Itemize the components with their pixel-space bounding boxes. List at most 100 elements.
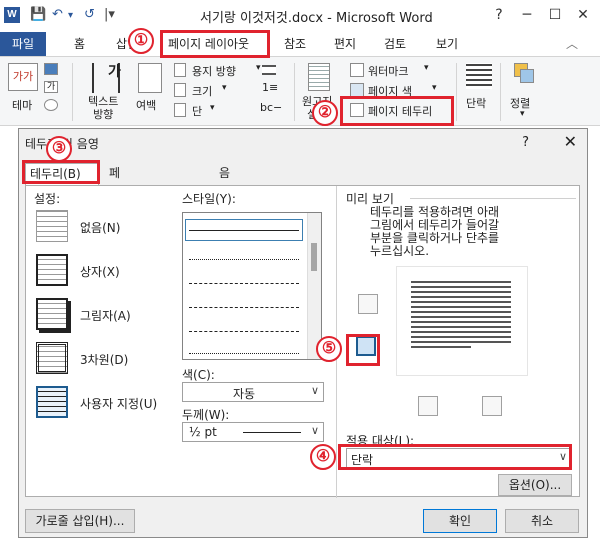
undo-dropdown-icon[interactable]: ▾ — [68, 10, 73, 21]
setting-box[interactable]: 상자(X) — [36, 254, 186, 288]
theme-fonts-icon[interactable]: 가 — [44, 81, 58, 93]
border-right-button[interactable] — [482, 396, 502, 416]
border-left-button[interactable] — [418, 396, 438, 416]
arrange-icon-back — [520, 69, 534, 83]
tab-file[interactable]: 파일 — [0, 32, 46, 56]
setting-3d-icon — [36, 342, 68, 374]
highlight-apply-select — [338, 444, 572, 470]
ribbon-page-layout: 가가 테마 가 가 텍스트 방향 여백 용지 방향 ▾ 크기 ▾ 단 ▾ 1≡ … — [0, 56, 600, 126]
page-color-icon — [350, 83, 364, 97]
style-list[interactable] — [182, 212, 322, 360]
style-dash-dot-dot[interactable] — [189, 353, 299, 354]
width-dropdown-icon: ∨ — [310, 424, 319, 437]
text-direction-button[interactable]: 텍스트 방향 — [88, 95, 118, 121]
arrange-dropdown-icon[interactable]: ▾ — [520, 109, 525, 119]
line-numbers-icon[interactable]: 1≡ — [262, 81, 278, 94]
setting-none[interactable]: 없음(N) — [36, 210, 186, 244]
tab-mailings[interactable]: 편지 — [334, 32, 356, 56]
hyphenation-icon[interactable]: bc− — [260, 101, 282, 114]
columns-button[interactable]: 단 — [192, 103, 202, 119]
title-bar: W 💾 ↶ ▾ ↺ |▾ 서기랑 이것저것.docx - Microsoft W… — [0, 0, 600, 32]
setting-3d[interactable]: 3차원(D) — [36, 342, 186, 376]
watermark-dropdown-icon[interactable]: ▾ — [424, 63, 429, 73]
tab-shading[interactable]: 음영(S) — [215, 163, 240, 220]
breaks-icon[interactable] — [262, 65, 276, 75]
style-dash-dot[interactable] — [189, 331, 299, 332]
orientation-dropdown-icon[interactable]: ▾ — [256, 63, 261, 73]
border-top-button[interactable] — [358, 294, 378, 314]
setting-box-icon — [36, 254, 68, 286]
margins-button[interactable]: 여백 — [136, 97, 156, 113]
color-dropdown-icon: ∨ — [310, 384, 319, 397]
orientation-icon — [174, 63, 186, 77]
tab-review[interactable]: 검토 — [384, 32, 406, 56]
width-value: ½ pt — [189, 425, 217, 439]
preview-area[interactable] — [396, 266, 528, 376]
preview-lines — [411, 281, 511, 351]
width-line-sample — [243, 432, 301, 433]
dialog-close-icon[interactable]: ✕ — [564, 132, 577, 151]
style-label: 스타일(Y): — [182, 192, 236, 206]
tab-references[interactable]: 참조 — [284, 32, 306, 56]
theme-colors-icon[interactable] — [44, 63, 58, 75]
style-scrollbar[interactable] — [307, 213, 321, 359]
highlight-page-layout-tab — [160, 30, 270, 58]
dialog-help-icon[interactable]: ? — [522, 135, 529, 150]
options-button[interactable]: 옵션(O)... — [498, 474, 572, 496]
tab-page-border[interactable]: 페이지 테두리(P) — [105, 163, 130, 300]
save-icon[interactable]: 💾 — [30, 7, 46, 22]
size-button[interactable]: 크기 — [192, 83, 212, 99]
horizontal-line-button[interactable]: 가로줄 삽입(H)... — [25, 509, 135, 533]
highlight-page-borders — [340, 96, 454, 126]
redo-icon[interactable]: ↺ — [84, 7, 95, 22]
tab-home[interactable]: 홈 — [74, 32, 85, 56]
color-select[interactable]: 자동 ∨ — [182, 382, 324, 402]
width-select[interactable]: ½ pt ∨ — [182, 422, 324, 442]
setting-custom-label: 사용자 지정(U) — [80, 397, 158, 411]
ribbon-tabs: 파일 홈 삽입 페이지 레이아웃 참조 편지 검토 보기 ︿ — [0, 32, 600, 56]
style-dotted[interactable] — [189, 259, 299, 260]
style-dashed[interactable] — [189, 307, 299, 308]
minimize-button[interactable]: ─ — [512, 4, 542, 26]
watermark-button[interactable]: 워터마크 — [368, 63, 408, 79]
manuscript-icon — [308, 63, 330, 91]
badge-5: ⑤ — [316, 336, 342, 362]
color-label: 색(C): — [182, 368, 215, 382]
tab-view[interactable]: 보기 — [436, 32, 458, 56]
word-app-icon: W — [4, 7, 20, 23]
highlight-borders-tab — [22, 160, 100, 184]
theme-effects-icon[interactable] — [44, 99, 58, 111]
customize-qat-icon[interactable]: |▾ — [104, 7, 115, 22]
columns-icon — [174, 103, 186, 117]
size-icon — [174, 83, 186, 97]
badge-3: ③ — [46, 136, 72, 162]
cancel-button[interactable]: 취소 — [505, 509, 579, 533]
style-scroll-thumb[interactable] — [311, 243, 317, 271]
paragraph-icon — [466, 63, 492, 89]
columns-dropdown-icon[interactable]: ▾ — [210, 103, 215, 113]
size-dropdown-icon[interactable]: ▾ — [222, 83, 227, 93]
badge-2: ② — [312, 100, 338, 126]
badge-4: ④ — [310, 444, 336, 470]
setting-shadow-icon — [36, 298, 68, 330]
maximize-button[interactable]: ☐ — [540, 4, 570, 26]
ok-button[interactable]: 확인 — [423, 509, 497, 533]
setting-shadow[interactable]: 그림자(A) — [36, 298, 186, 332]
style-solid[interactable] — [189, 230, 299, 231]
help-icon[interactable]: ? — [484, 4, 514, 26]
themes-icon: 가가 — [8, 63, 38, 91]
watermark-icon — [350, 63, 364, 77]
undo-icon[interactable]: ↶ — [52, 7, 63, 22]
setting-custom-icon — [36, 386, 68, 418]
setting-3d-label: 3차원(D) — [80, 353, 129, 367]
paragraph-button[interactable]: 단락 — [466, 95, 486, 111]
collapse-ribbon-icon[interactable]: ︿ — [566, 32, 578, 56]
setting-custom[interactable]: 사용자 지정(U) — [36, 386, 186, 420]
width-label: 두께(W): — [182, 408, 230, 422]
style-dashed-small[interactable] — [189, 283, 299, 284]
highlight-bottom-border — [346, 334, 380, 366]
close-window-button[interactable]: ✕ — [568, 4, 598, 26]
page-color-dropdown-icon[interactable]: ▾ — [432, 83, 437, 93]
themes-button[interactable]: 테마 — [12, 97, 32, 113]
orientation-button[interactable]: 용지 방향 — [192, 63, 236, 79]
